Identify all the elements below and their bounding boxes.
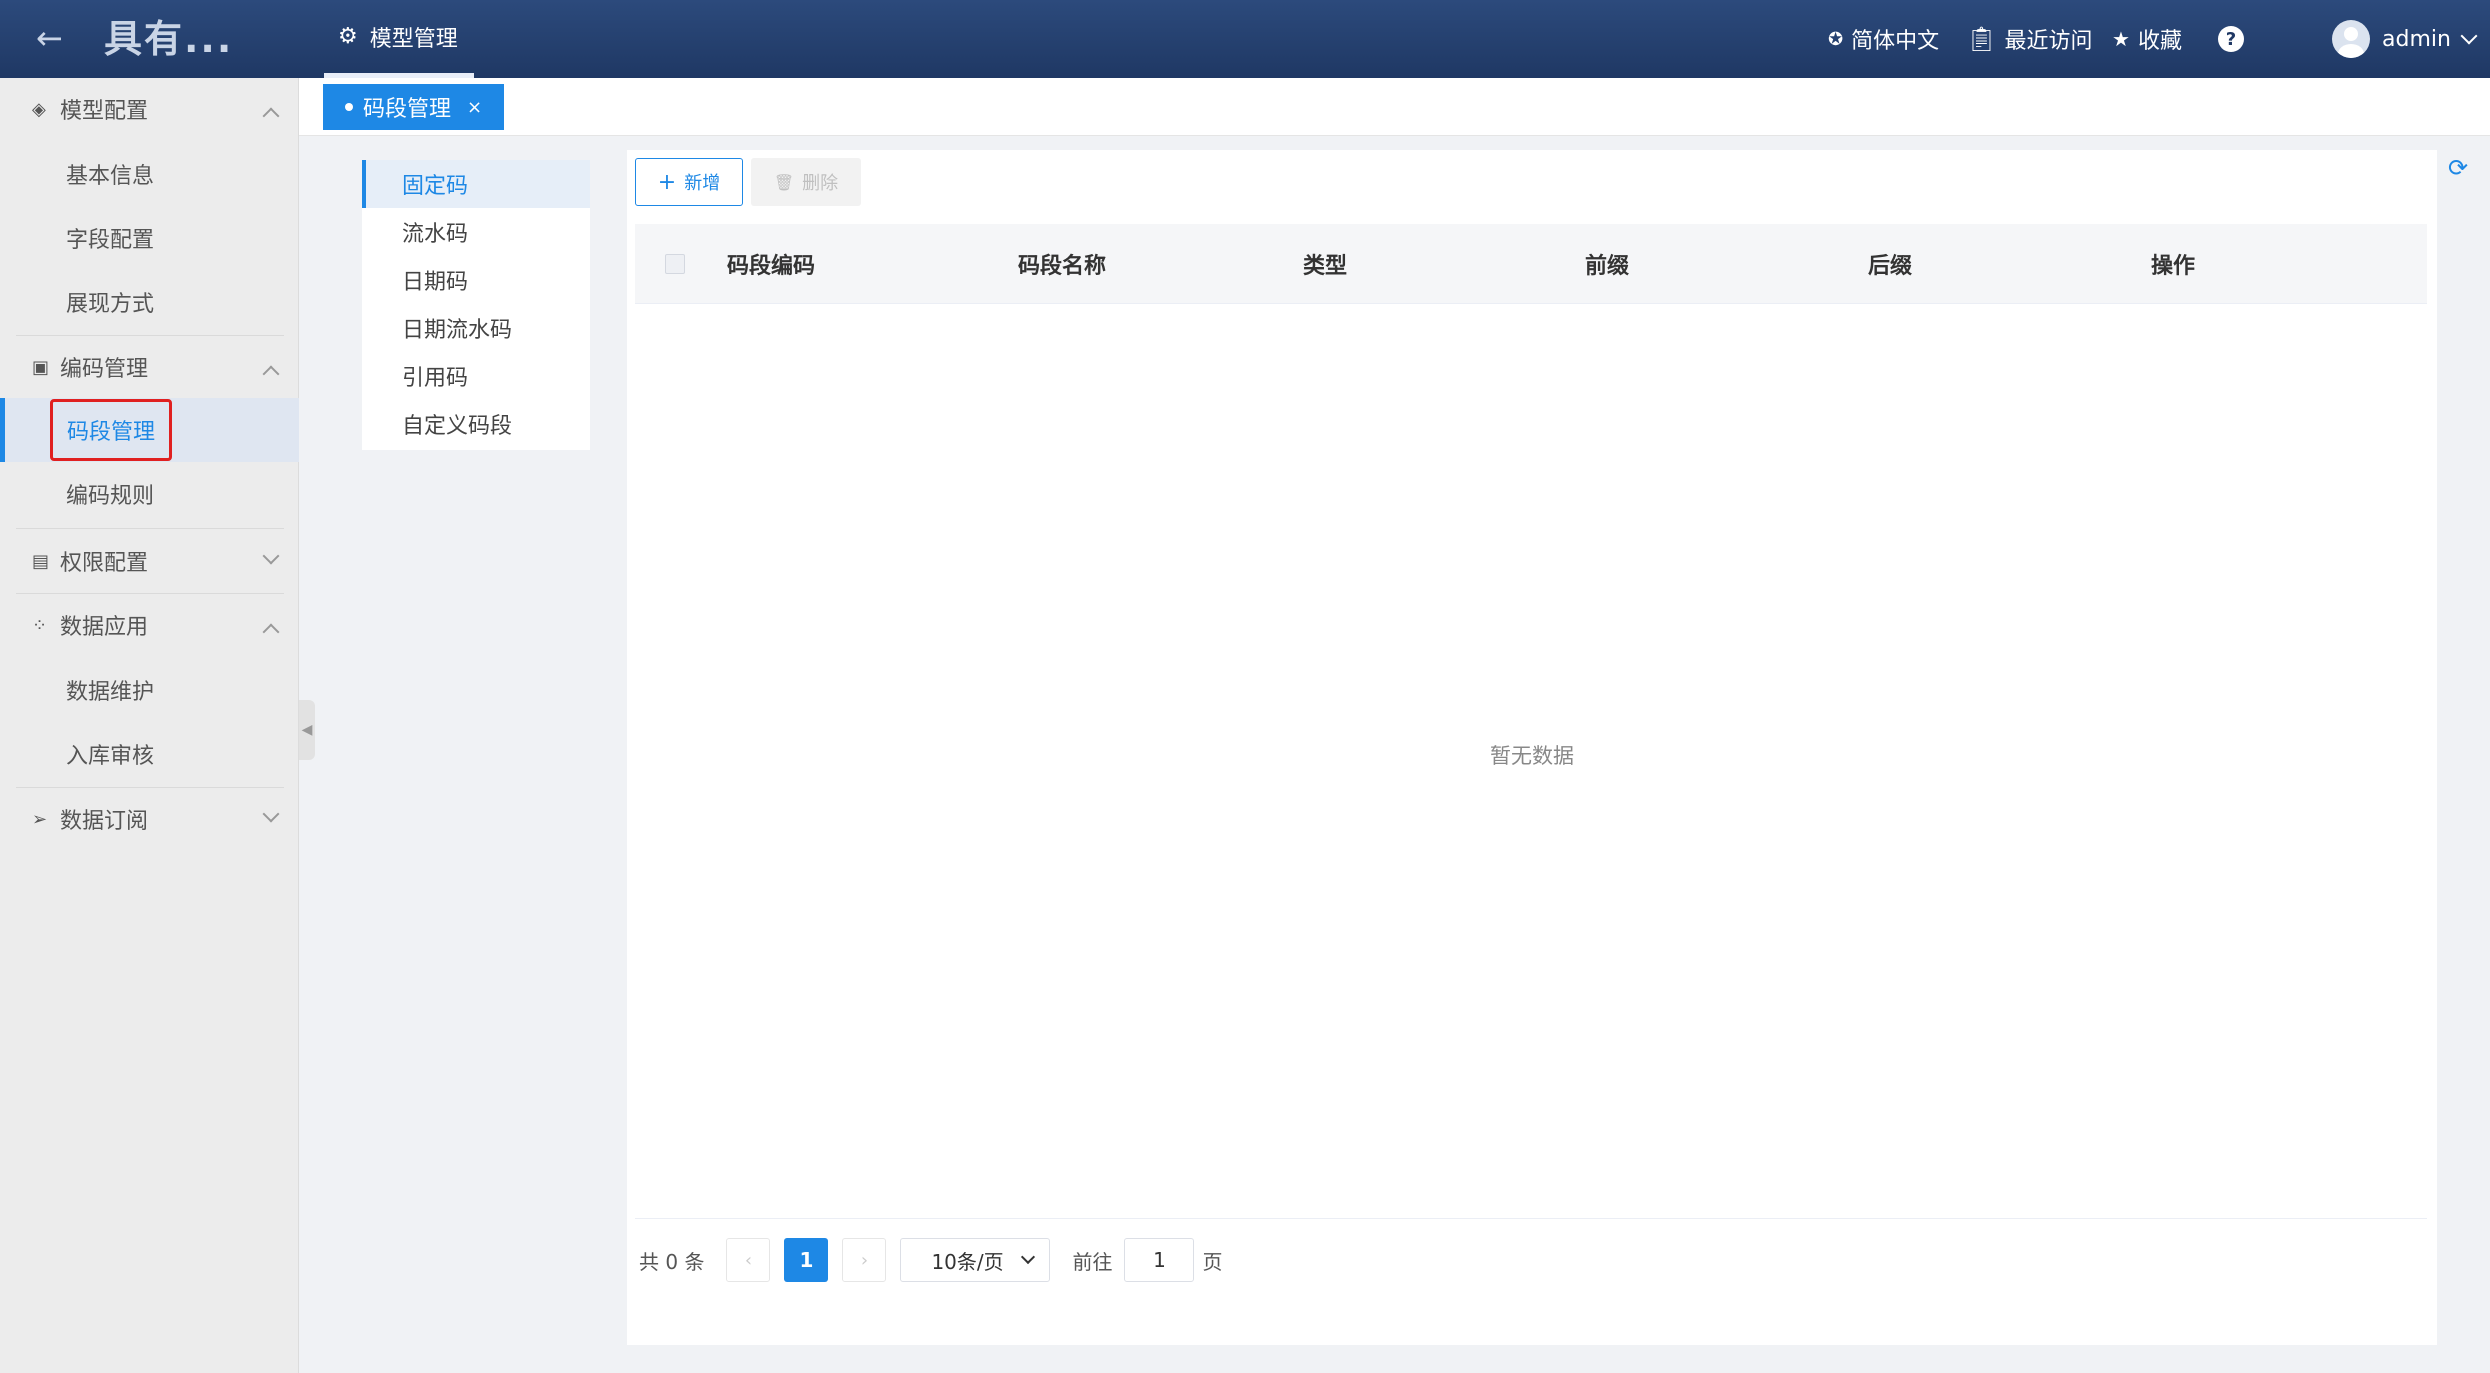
table-panel: + 新增 🗑︎ 删除 码段编码 码段名称 类型 前缀 后缀 操作 暂无数据 共 … [627,150,2437,1345]
add-label: 新增 [684,173,721,194]
chevron-down-icon [262,805,280,823]
chevron-down-icon [1021,1249,1036,1265]
sidebar-item-code-rules[interactable]: 编码规则 [0,462,299,526]
sidebar-group-label: 编码管理 [60,357,149,382]
clipboard-icon: 📋︎ [1966,25,1997,53]
column-header-name[interactable]: 码段名称 [1018,224,1106,304]
page-size-value: 10条/页 [931,1249,1004,1274]
chevron-down-icon [2460,27,2478,45]
select-all-checkbox[interactable] [665,254,685,274]
tab-model-management[interactable]: ⚙ 模型管理 [324,0,474,78]
subnav-item-date-code[interactable]: 日期码 [362,256,590,304]
empty-state-text: 暂无数据 [1490,744,1574,768]
favorites-label: 收藏 [2137,29,2182,54]
sidebar-group-label: 权限配置 [60,551,149,576]
tab-label: 码段管理 [363,97,452,122]
segment-type-nav: 固定码 流水码 日期码 日期流水码 引用码 自定义码段 [362,160,590,450]
next-page-button[interactable]: › [842,1238,887,1282]
sidebar-group-label: 数据应用 [60,615,149,640]
top-header: ← 具有... ⚙ 模型管理 ✪ 简体中文 📋︎ 最近访问 ★ 收藏 ? adm… [0,0,2490,78]
help-icon: ? [2218,26,2244,52]
divider [16,528,284,529]
sidebar-item-label: 码段管理 [50,399,173,461]
gear-icon: ⚙ [338,24,358,49]
username: admin [2382,26,2451,52]
column-header-suffix[interactable]: 后缀 [1868,224,1912,304]
sidebar-group-code-management[interactable]: ▣ 编码管理 [0,336,299,398]
recent-label: 最近访问 [2004,29,2093,54]
layers-icon: ◈ [32,98,46,120]
app-title: 具有... [104,17,234,61]
divider [635,1218,2427,1219]
column-header-type[interactable]: 类型 [1303,224,1347,304]
table-header: 码段编码 码段名称 类型 前缀 后缀 操作 [635,224,2427,304]
help-button[interactable]: ? [2218,0,2244,78]
sidebar-item-basic-info[interactable]: 基本信息 [0,142,299,206]
delete-label: 删除 [802,173,839,194]
goto-suffix: 页 [1202,1249,1223,1274]
goto-page-input[interactable] [1124,1238,1195,1282]
chevron-up-icon [262,623,280,641]
prev-page-button[interactable]: ‹ [726,1238,771,1282]
subnav-item-date-serial-code[interactable]: 日期流水码 [362,304,590,352]
sidebar-group-data-subscription[interactable]: ➢ 数据订阅 [0,788,299,850]
delete-button[interactable]: 🗑︎ 删除 [751,158,861,206]
chart-icon: ▣ [32,356,50,378]
sidebar-group-label: 数据订阅 [60,809,149,834]
send-icon: ➢ [32,808,48,830]
subnav-item-reference-code[interactable]: 引用码 [362,352,590,400]
language-icon: ✪ [1828,28,1844,50]
tab-segment-management[interactable]: 码段管理 × [323,84,505,130]
sidebar-group-label: 模型配置 [60,99,149,124]
total-count: 共 0 条 [639,1249,705,1274]
sidebar-collapse-handle[interactable]: ◀ [299,700,315,760]
tab-bar: 码段管理 × [299,78,2490,136]
language-label: 简体中文 [1851,29,1940,54]
language-switch[interactable]: ✪ 简体中文 [1828,0,1939,78]
back-arrow-icon[interactable]: ← [36,20,63,56]
trash-icon: 🗑︎ [773,172,795,192]
sidebar-item-data-maintenance[interactable]: 数据维护 [0,658,299,722]
sidebar-group-permission-config[interactable]: ▤ 权限配置 [0,530,299,592]
tab-label: 模型管理 [369,26,458,52]
subnav-item-serial-code[interactable]: 流水码 [362,208,590,256]
recent-visits-button[interactable]: 📋︎ 最近访问 [1966,0,2092,78]
sidebar-item-storage-review[interactable]: 入库审核 [0,722,299,786]
column-header-code[interactable]: 码段编码 [727,224,815,304]
plus-icon: + [657,169,677,195]
goto-prefix: 前往 [1072,1249,1113,1274]
add-button[interactable]: + 新增 [635,158,743,206]
column-header-actions: 操作 [2151,254,2196,279]
star-icon: ★ [2112,27,2130,51]
page-number-1[interactable]: 1 [784,1238,829,1282]
sidebar-group-model-config[interactable]: ◈ 模型配置 [0,78,299,140]
sidebar-item-field-config[interactable]: 字段配置 [0,206,299,270]
chevron-up-icon [262,107,280,125]
refresh-icon[interactable]: ⟳ [2448,154,2468,182]
chevron-down-icon [262,547,280,565]
avatar [2332,20,2370,58]
close-icon[interactable]: × [467,97,482,118]
page-size-select[interactable]: 10条/页 [900,1238,1051,1282]
sidebar-item-segment-management[interactable]: 码段管理 [0,398,299,462]
subnav-item-custom-segment[interactable]: 自定义码段 [362,400,590,448]
column-header-prefix[interactable]: 前缀 [1585,224,1629,304]
user-menu[interactable]: admin [2332,0,2478,78]
sidebar-item-display-mode[interactable]: 展现方式 [0,270,299,334]
chevron-up-icon [262,365,280,383]
permission-icon: ▤ [32,550,50,572]
active-dot-icon [345,103,353,111]
favorites-button[interactable]: ★ 收藏 [2112,0,2182,78]
subnav-item-fixed-code[interactable]: 固定码 [362,160,590,208]
sidebar-group-data-apps[interactable]: ⁘ 数据应用 [0,594,299,656]
apps-icon: ⁘ [32,614,48,636]
pagination: 共 0 条 ‹ 1 › 10条/页 前往 页 [639,1238,1222,1282]
